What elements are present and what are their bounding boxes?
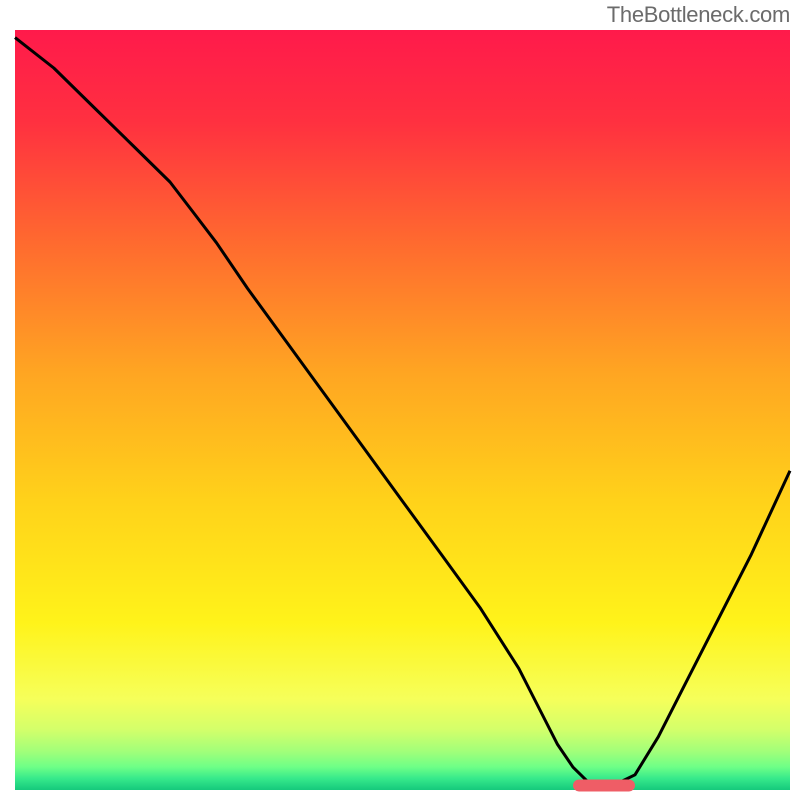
watermark-text: TheBottleneck.com [607, 2, 790, 28]
bottleneck-chart [0, 0, 800, 800]
optimal-marker [573, 779, 635, 791]
